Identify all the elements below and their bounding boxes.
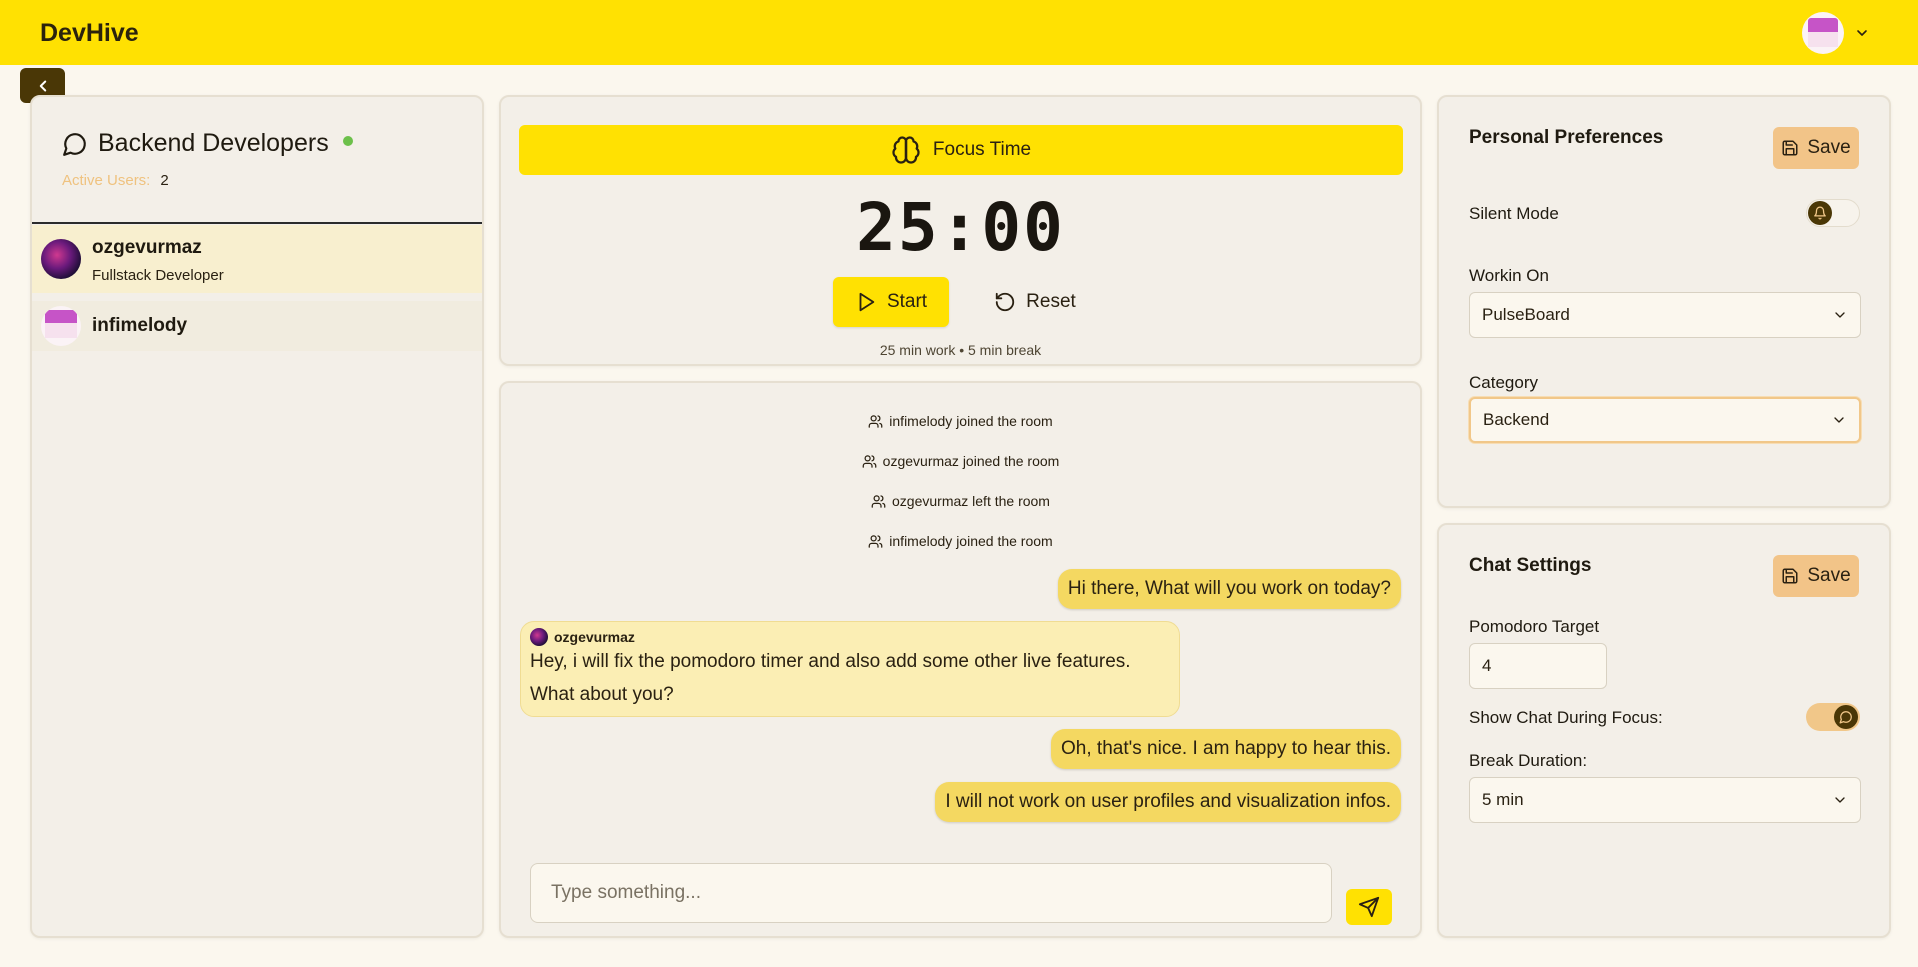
users-icon <box>862 454 877 468</box>
start-label: Start <box>886 291 928 312</box>
avatar <box>41 306 81 346</box>
break-duration-label: Break Duration: <box>1469 751 1588 770</box>
chat-message-outgoing: I will not work on user profiles and vis… <box>935 782 1401 822</box>
message-text: Hey, i will fix the pomodoro timer and a… <box>530 651 1131 672</box>
user-role: Fullstack Developer <box>92 267 224 284</box>
save-chat-settings-button[interactable]: Save <box>1773 555 1859 597</box>
show-chat-toggle[interactable] <box>1806 703 1860 731</box>
system-message-text: ozgevurmaz left the room <box>892 493 1050 509</box>
pomodoro-target-label: Pomodoro Target <box>1469 617 1600 636</box>
play-icon <box>859 292 875 312</box>
system-message: ozgevurmaz left the room <box>501 493 1420 509</box>
bell-icon <box>1814 206 1826 220</box>
panel-title: Personal Preferences <box>1469 127 1664 148</box>
sender-name: ozgevurmaz <box>554 629 635 645</box>
online-indicator <box>342 135 353 146</box>
chat-message-input[interactable] <box>530 863 1332 923</box>
system-message-text: ozgevurmaz joined the room <box>882 453 1060 469</box>
silent-mode-toggle[interactable] <box>1806 199 1860 227</box>
start-button[interactable]: Start <box>833 277 949 327</box>
chat-message-outgoing: Oh, that's nice. I am happy to hear this… <box>1051 729 1401 769</box>
pomodoro-target-input[interactable]: 4 <box>1469 643 1607 689</box>
system-message-text: infimelody joined the room <box>889 533 1053 549</box>
users-icon <box>868 414 883 428</box>
reset-label: Reset <box>1026 291 1076 312</box>
save-label: Save <box>1807 565 1851 586</box>
avatar <box>530 628 548 646</box>
chat-bubble-icon <box>1839 711 1852 724</box>
chevron-left-icon <box>39 80 46 91</box>
save-icon <box>1782 140 1798 156</box>
save-icon <box>1782 568 1798 584</box>
user-name: infimelody <box>92 315 188 336</box>
send-button[interactable] <box>1346 889 1392 925</box>
message-sender: ozgevurmaz <box>530 628 635 646</box>
brain-icon <box>892 136 920 164</box>
user-list-item[interactable]: infimelody <box>32 301 482 351</box>
chevron-down-icon <box>1835 312 1845 318</box>
users-icon <box>868 534 883 548</box>
room-panel: Backend Developers Active Users: 2 ozgevu… <box>30 95 484 938</box>
category-label: Category <box>1469 373 1538 392</box>
toggle-knob <box>1834 705 1858 729</box>
brand-logo[interactable]: DevHive <box>40 19 139 48</box>
room-name: Backend Developers <box>98 129 329 157</box>
user-menu-button[interactable] <box>1802 11 1870 55</box>
message-text: What about you? <box>530 684 674 705</box>
focus-mode-banner: Focus Time <box>519 125 1403 175</box>
room-title: Backend Developers <box>62 129 353 158</box>
reset-icon <box>996 292 1015 312</box>
chat-message-incoming: ozgevurmaz Hey, i will fix the pomodoro … <box>520 621 1180 717</box>
avatar <box>1802 12 1844 54</box>
category-value: Backend <box>1483 410 1550 429</box>
pomodoro-target-value: 4 <box>1482 656 1492 675</box>
working-on-select[interactable]: PulseBoard <box>1469 292 1861 338</box>
break-duration-value: 5 min <box>1482 790 1524 809</box>
top-bar: DevHive <box>0 0 1918 65</box>
users-icon <box>871 494 886 508</box>
pomodoro-timer-panel: Focus Time 25:00 Start Reset 25 min work… <box>499 95 1422 366</box>
system-message: ozgevurmaz joined the room <box>501 453 1420 469</box>
send-icon <box>1358 896 1380 918</box>
timer-display: 25:00 <box>856 189 1065 266</box>
user-name: ozgevurmaz <box>92 237 202 258</box>
timer-note: 25 min work • 5 min break <box>879 342 1042 358</box>
silent-mode-label: Silent Mode <box>1469 204 1559 223</box>
show-chat-label: Show Chat During Focus: <box>1469 708 1663 727</box>
user-list-item[interactable]: ozgevurmaz Fullstack Developer <box>32 225 482 293</box>
chat-settings-panel: Chat Settings Save Pomodoro Target 4 Sho… <box>1437 523 1891 938</box>
system-message: infimelody joined the room <box>501 413 1420 429</box>
break-duration-select[interactable]: 5 min <box>1469 777 1861 823</box>
save-label: Save <box>1807 137 1851 158</box>
avatar <box>41 239 81 279</box>
chevron-down-icon <box>1835 797 1845 803</box>
system-message: infimelody joined the room <box>501 533 1420 549</box>
chevron-down-icon <box>1834 417 1844 423</box>
save-preferences-button[interactable]: Save <box>1773 127 1859 169</box>
chat-message-outgoing: Hi there, What will you work on today? <box>1057 569 1401 609</box>
working-on-value: PulseBoard <box>1482 305 1570 324</box>
chat-bubble-icon <box>63 132 86 156</box>
chat-panel: infimelody joined the room ozgevurmaz jo… <box>499 381 1422 938</box>
working-on-label: Workin On <box>1469 266 1549 285</box>
chevron-down-icon <box>1857 30 1867 36</box>
system-message-text: infimelody joined the room <box>889 413 1053 429</box>
active-users: Active Users: 2 <box>62 172 169 189</box>
personal-preferences-panel: Personal Preferences Save Silent Mode Wo… <box>1437 95 1891 508</box>
active-users-count: 2 <box>160 172 169 189</box>
divider <box>32 222 482 224</box>
reset-button[interactable]: Reset <box>987 277 1083 327</box>
active-users-label: Active Users: <box>62 172 151 189</box>
toggle-knob <box>1808 201 1832 225</box>
panel-title: Chat Settings <box>1469 555 1592 576</box>
category-select[interactable]: Backend <box>1469 397 1861 443</box>
focus-mode-label: Focus Time <box>932 139 1032 160</box>
